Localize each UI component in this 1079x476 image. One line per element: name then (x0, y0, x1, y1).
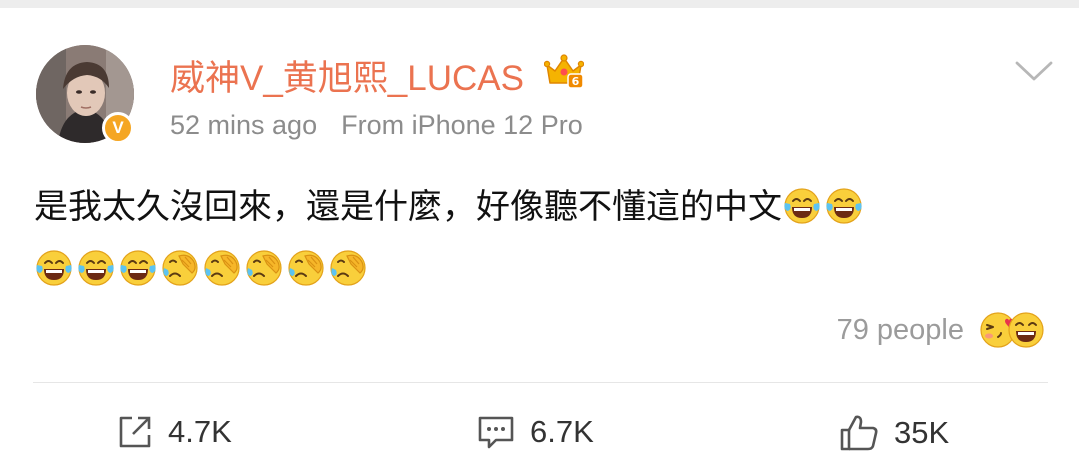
verified-badge-icon: V (102, 112, 134, 144)
laugh-cry-emoji-icon (34, 248, 74, 288)
like-button[interactable]: 35K (838, 413, 949, 453)
comment-icon (478, 416, 514, 449)
member-crown-icon: 6 (544, 54, 584, 89)
post-text: 是我太久沒回來，還是什麼，好像聽不懂這的中文 (34, 176, 1044, 300)
laugh-cry-emoji-icon (76, 248, 116, 288)
chevron-down-icon[interactable] (1014, 58, 1054, 84)
facepalm-emoji-icon (286, 248, 326, 288)
reactions-count: 79 people (836, 313, 964, 346)
repost-button[interactable]: 4.7K (116, 413, 232, 451)
post-text-body: 是我太久沒回來，還是什麼，好像聽不懂這的中文 (34, 188, 782, 226)
member-level: 6 (572, 75, 580, 88)
grin-emoji-icon (1008, 312, 1044, 348)
facepalm-emoji-icon (328, 248, 368, 288)
reactions-summary[interactable]: 79 people (837, 310, 1046, 350)
laugh-cry-emoji-icon (782, 186, 822, 226)
facepalm-emoji-icon (202, 248, 242, 288)
post-time: 52 mins ago (170, 110, 318, 140)
username-link[interactable]: 威神V_黄旭熙_LUCAS (170, 50, 524, 101)
comment-count: 6.7K (530, 414, 594, 449)
section-divider (33, 382, 1048, 383)
like-count: 35K (894, 415, 950, 450)
comment-button[interactable]: 6.7K (476, 413, 594, 451)
laugh-cry-emoji-icon (118, 248, 158, 288)
post-meta: 52 mins ago From iPhone 12 Pro (170, 110, 583, 141)
repost-count: 4.7K (168, 414, 232, 449)
post-source: From iPhone 12 Pro (341, 110, 583, 140)
facepalm-emoji-icon (244, 248, 284, 288)
repost-icon (119, 416, 151, 448)
top-divider-strip (0, 0, 1079, 8)
laugh-cry-emoji-icon (824, 186, 864, 226)
thumbs-up-icon (840, 415, 878, 451)
facepalm-emoji-icon (160, 248, 200, 288)
